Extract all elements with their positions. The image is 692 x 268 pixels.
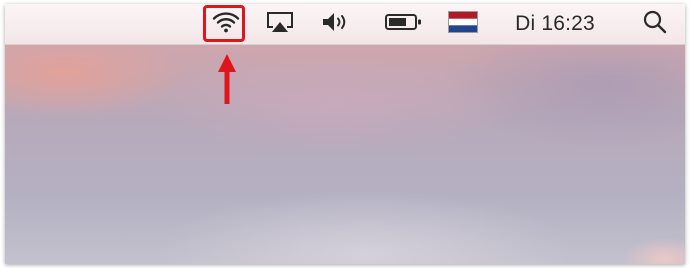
menu-bar: Di 16:23 xyxy=(5,4,685,45)
dutch-flag-icon[interactable] xyxy=(448,10,478,38)
screenshot-frame: Di 16:23 xyxy=(5,4,685,264)
battery-menu-extra[interactable] xyxy=(380,4,430,44)
battery-icon[interactable] xyxy=(384,10,426,39)
volume-menu-extra[interactable] xyxy=(317,4,357,44)
desktop-wallpaper xyxy=(5,44,685,264)
airplay-menu-extra[interactable] xyxy=(260,4,300,44)
search-icon[interactable] xyxy=(642,9,668,40)
airplay-icon[interactable] xyxy=(265,10,295,39)
wifi-highlight-box xyxy=(203,5,245,42)
spotlight-menu-extra[interactable] xyxy=(635,4,675,44)
clock-menu-extra[interactable]: Di 16:23 xyxy=(500,4,610,44)
input-source-menu-extra[interactable] xyxy=(443,4,483,44)
arrow-up-icon xyxy=(212,52,242,113)
volume-icon[interactable] xyxy=(320,10,354,39)
clock-text[interactable]: Di 16:23 xyxy=(515,12,595,36)
